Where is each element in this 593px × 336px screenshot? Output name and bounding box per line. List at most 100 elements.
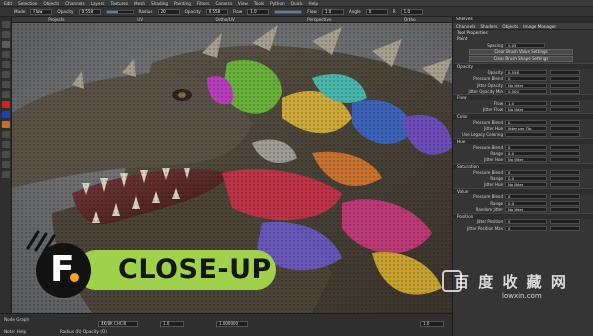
property-field[interactable]: Jitter per Tip <box>505 126 547 132</box>
menu-item-python[interactable]: Python <box>270 1 285 6</box>
property-slider[interactable] <box>550 182 580 188</box>
property-label: Pressure Blend <box>473 169 503 175</box>
property-field[interactable] <box>505 132 547 138</box>
eyedropper-tool-icon[interactable] <box>1 171 10 178</box>
menu-item-mesh[interactable]: Mesh <box>134 1 145 6</box>
menu-item-filters[interactable]: Filters <box>197 1 210 6</box>
color-swatch-icon[interactable] <box>1 101 10 108</box>
property-field[interactable]: No Jitter <box>505 82 547 88</box>
color-swatch-icon-2[interactable] <box>1 111 10 118</box>
property-field[interactable]: No Jitter <box>505 157 547 163</box>
flow-slider[interactable] <box>274 9 303 14</box>
property-field[interactable]: No Jitter <box>505 182 547 188</box>
clone-tool-icon[interactable] <box>1 61 10 68</box>
clear-brush-shape-button[interactable]: Clear Brush Shape Settings <box>469 56 573 63</box>
property-slider[interactable] <box>550 107 580 113</box>
property-field[interactable]: 0.0 <box>505 175 547 181</box>
move-tool-icon[interactable] <box>1 31 10 38</box>
size-field[interactable]: 1.0 <box>420 321 444 327</box>
eraser-tool-icon[interactable] <box>1 51 10 58</box>
property-field[interactable]: 0 <box>505 225 547 231</box>
gradient-tool-icon[interactable] <box>1 131 10 138</box>
property-slider[interactable] <box>550 157 580 163</box>
viewport-tab-3[interactable]: Perspective <box>307 17 331 22</box>
viewport-tab-1[interactable]: UV <box>137 17 143 22</box>
property-field[interactable]: No Jitter <box>505 107 547 113</box>
property-slider[interactable] <box>550 132 580 138</box>
property-slider[interactable] <box>550 76 580 82</box>
property-field[interactable]: 0.558 <box>505 69 547 75</box>
property-field[interactable]: No Jitter <box>505 206 547 212</box>
smudge-tool-icon[interactable] <box>1 71 10 78</box>
menu-item-view[interactable]: View <box>238 1 248 6</box>
property-slider[interactable] <box>550 175 580 181</box>
property-slider[interactable] <box>550 200 580 206</box>
menu-item-camera[interactable]: Camera <box>215 1 231 6</box>
property-slider[interactable] <box>550 225 580 231</box>
transform-tool-icon[interactable] <box>1 121 10 128</box>
menu-item-help[interactable]: Help <box>309 1 319 6</box>
property-field[interactable]: 0 <box>505 194 547 200</box>
property-field[interactable]: 0.000 <box>505 88 547 94</box>
mode-select[interactable]: Flow <box>30 8 53 15</box>
property-slider[interactable] <box>550 101 580 107</box>
flow-field[interactable]: 1.0 <box>247 8 270 15</box>
viewport-tab-2[interactable]: Ortho/UV <box>216 17 235 22</box>
panel-tab-channels[interactable]: Channels <box>456 24 475 29</box>
menu-item-selection[interactable]: Selection <box>18 1 37 6</box>
node-graph-tab[interactable]: Node Graph <box>4 317 29 322</box>
property-field[interactable]: 0.0 <box>505 150 547 156</box>
text-tool-icon[interactable] <box>1 141 10 148</box>
panel-tab-image-manager[interactable]: Image Manager <box>523 24 556 29</box>
menu-item-painting[interactable]: Painting <box>174 1 191 6</box>
zoom-tool-icon[interactable] <box>1 161 10 168</box>
property-field[interactable]: 0 <box>505 219 547 225</box>
property-slider[interactable] <box>550 194 580 200</box>
menu-item-layers[interactable]: Layers <box>91 1 105 6</box>
property-slider[interactable] <box>550 144 580 150</box>
menu-item-quick[interactable]: Quick <box>291 1 303 6</box>
property-field[interactable]: 0.0 <box>505 200 547 206</box>
zoom-x-field[interactable]: 1.0 <box>160 321 184 327</box>
panel-tab-objects[interactable]: Objects <box>502 24 518 29</box>
opacity2-field[interactable]: 0.558 <box>205 8 228 15</box>
opacity-slider[interactable] <box>105 9 134 14</box>
property-slider[interactable] <box>550 69 580 75</box>
property-slider[interactable] <box>550 169 580 175</box>
menu-item-objects[interactable]: Objects <box>43 1 59 6</box>
property-slider[interactable] <box>550 126 580 132</box>
blur-tool-icon[interactable] <box>1 81 10 88</box>
resolution-select[interactable]: 4K/8K CHCIII <box>98 321 138 327</box>
fb-field[interactable]: 1.0 <box>400 8 423 15</box>
property-slider[interactable] <box>550 119 580 125</box>
menu-item-shading[interactable]: Shading <box>151 1 168 6</box>
property-field[interactable]: 0 <box>505 119 547 125</box>
property-field[interactable]: 1.0 <box>505 101 547 107</box>
viewport-tab-4[interactable]: Ortho <box>404 17 416 22</box>
panel-tab-shaders[interactable]: Shaders <box>480 24 497 29</box>
property-slider[interactable] <box>550 219 580 225</box>
menu-item-channels[interactable]: Channels <box>65 1 84 6</box>
radius-field[interactable]: 20 <box>157 8 180 15</box>
property-slider[interactable] <box>550 206 580 212</box>
property-field[interactable]: 0 <box>505 169 547 175</box>
viewport-tab-0[interactable]: Projects <box>48 17 65 22</box>
property-slider[interactable] <box>550 88 580 94</box>
property-field[interactable]: 0 <box>505 144 547 150</box>
menu-item-tools[interactable]: Tools <box>254 1 264 6</box>
property-field[interactable]: 0 <box>505 76 547 82</box>
select-tool-icon[interactable] <box>1 21 10 28</box>
angle-field[interactable]: 0 <box>365 8 388 15</box>
menu-item-edit[interactable]: Edit <box>4 1 12 6</box>
flow2-field[interactable]: 1.0 <box>321 8 344 15</box>
paint-tool-icon[interactable] <box>1 41 10 48</box>
spacing-field[interactable]: 0.05 <box>505 42 545 48</box>
hand-tool-icon[interactable] <box>1 151 10 158</box>
property-slider[interactable] <box>550 150 580 156</box>
fill-tool-icon[interactable] <box>1 91 10 98</box>
zoom-y-field[interactable]: 1.000000 <box>216 321 248 327</box>
menu-item-textures[interactable]: Textures <box>110 1 128 6</box>
clear-brush-value-button[interactable]: Clear Brush Value Settings <box>469 49 573 56</box>
opacity-field[interactable]: 0.558 <box>78 8 101 15</box>
property-slider[interactable] <box>550 82 580 88</box>
